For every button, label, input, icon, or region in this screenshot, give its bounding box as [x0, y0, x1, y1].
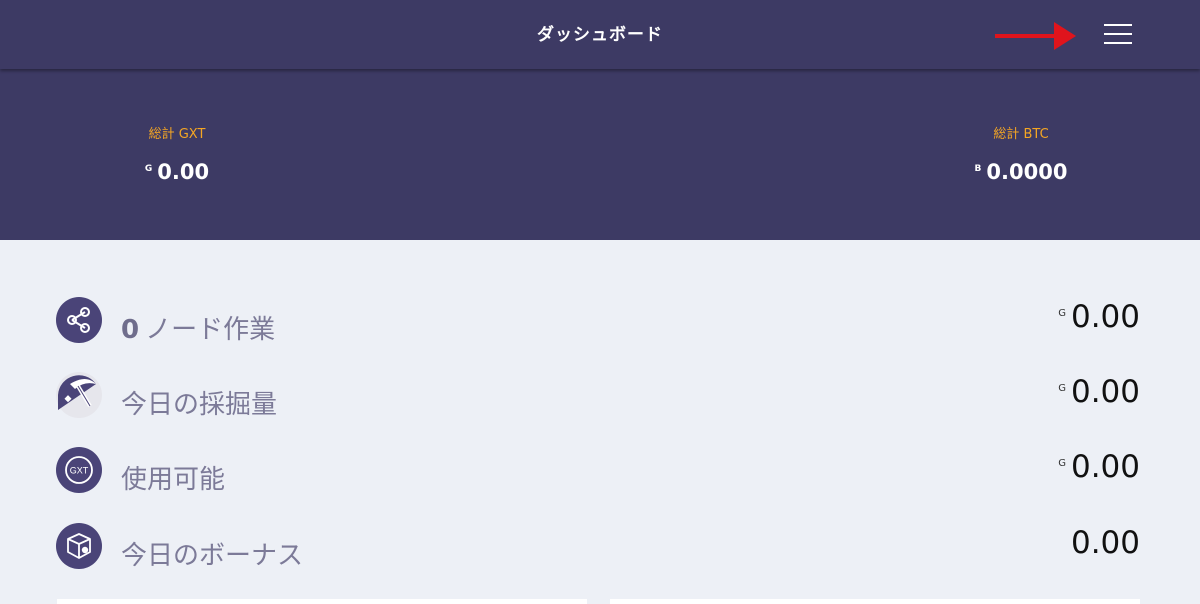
node-count: 0	[121, 315, 140, 345]
total-btc: 総計 BTC B 0.0000	[921, 123, 1121, 184]
stat-value-available: G 0.00	[1058, 449, 1140, 485]
total-btc-value: B 0.0000	[921, 160, 1121, 184]
stat-value-nodes: G 0.00	[1058, 299, 1140, 335]
gxt-currency-symbol: G	[144, 164, 153, 174]
stat-value-mining: G 0.00	[1058, 374, 1140, 410]
stat-label-available: 使用可能	[121, 465, 226, 495]
top-bar: ダッシュボード	[0, 0, 1200, 69]
mining-pickaxe-icon	[56, 372, 102, 418]
total-gxt-value: G 0.00	[77, 160, 277, 184]
gxt-currency-symbol: G	[1058, 307, 1066, 319]
gxt-currency-symbol: G	[1058, 382, 1066, 394]
stat-value-bonus: 0.00	[1071, 525, 1140, 561]
bonus-box-icon	[56, 523, 102, 569]
gxt-coin-icon: GXT	[56, 447, 102, 493]
stat-label-mining: 今日の採掘量	[121, 390, 278, 420]
content-card-left	[57, 599, 587, 604]
stat-row-nodes: 0 ノード作業 G 0.00	[56, 297, 1140, 345]
hamburger-menu-icon	[1104, 24, 1132, 26]
nodes-share-icon	[56, 297, 102, 343]
node-label-text: ノード作業	[145, 315, 276, 345]
content-card-right	[610, 599, 1140, 604]
total-btc-label: 総計 BTC	[993, 127, 1049, 142]
mining-amount: 0.00	[1070, 374, 1140, 410]
btc-currency-symbol: B	[974, 164, 982, 174]
stat-label-nodes: 0 ノード作業	[121, 309, 275, 346]
total-btc-amount: 0.0000	[986, 160, 1068, 184]
stat-row-mining: 今日の採掘量 G 0.00	[56, 372, 1140, 420]
menu-button[interactable]	[1098, 18, 1138, 50]
balance-summary: 総計 GXT G 0.00 総計 BTC B 0.0000	[0, 69, 1200, 240]
red-arrow-icon	[995, 22, 1076, 50]
bonus-amount: 0.00	[1070, 525, 1140, 561]
total-gxt-amount: 0.00	[157, 160, 210, 184]
node-amount: 0.00	[1070, 299, 1140, 335]
total-gxt-label: 総計 GXT	[148, 127, 206, 142]
total-gxt: 総計 GXT G 0.00	[77, 123, 277, 184]
gxt-currency-symbol: G	[1058, 457, 1066, 469]
available-amount: 0.00	[1070, 449, 1140, 485]
stat-label-bonus: 今日のボーナス	[121, 541, 304, 571]
stat-row-bonus: 今日のボーナス 0.00	[56, 523, 1140, 571]
stats-list: 0 ノード作業 G 0.00 今日の採掘量 G 0.00 GXT 使用可能 G …	[0, 240, 1200, 604]
stat-row-available: GXT 使用可能 G 0.00	[56, 447, 1140, 495]
gxt-coin-icon-text: GXT	[70, 466, 89, 476]
